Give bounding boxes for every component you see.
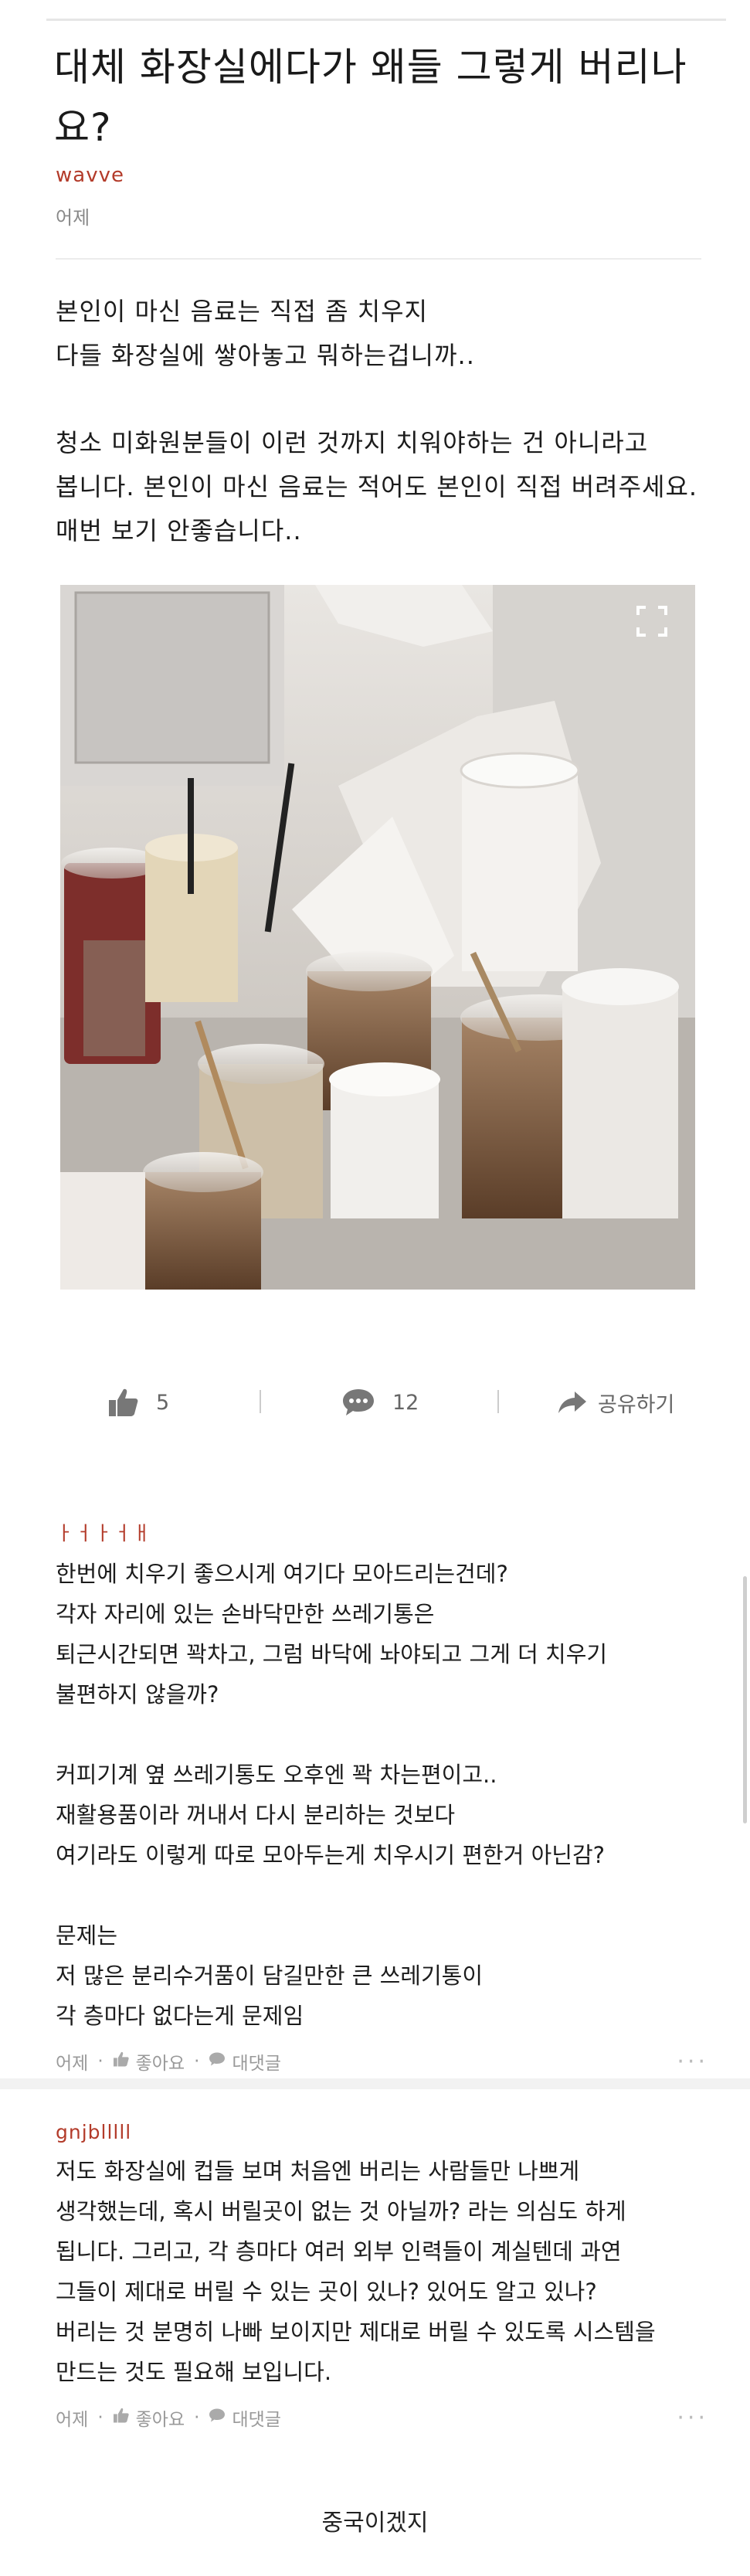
comment-count: 12 <box>392 1390 419 1415</box>
thumbs-up-icon <box>113 2051 130 2071</box>
post-date: 어제 <box>56 207 90 229</box>
comment-date: 어제 <box>56 2410 89 2430</box>
comment-line: 됩니다. 그리고, 각 층마다 여러 외부 인력들이 계실텐데 과연 <box>56 2238 622 2265</box>
comment-line: 한번에 치우기 좋으시게 여기다 모아드리는건데? <box>56 1561 508 1587</box>
comment-item: gnjblllll 저도 화장실에 컵들 보며 처음엔 버리는 사람들만 나쁘게… <box>56 2121 708 2432</box>
comment-reply-button[interactable]: 대댓글 <box>232 2048 280 2075</box>
comment-line: 재활용품이라 꺼내서 다시 분리하는 것보다 <box>56 1802 456 1828</box>
comment-text: 저도 화장실에 컵들 보며 처음엔 버리는 사람들만 나쁘게 생각했는데, 혹시… <box>56 2151 704 2392</box>
comment-line: 각자 자리에 있는 손바닥만한 쓰레기통은 <box>56 1601 435 1627</box>
post-photo[interactable] <box>60 585 695 1290</box>
comment-line: 버리는 것 분명히 나빠 보이지만 제대로 버릴 수 있도록 시스템을 <box>56 2319 656 2345</box>
comment-button[interactable]: 12 <box>341 1371 419 1433</box>
fullscreen-icon[interactable] <box>635 604 669 638</box>
comment-author[interactable]: ㅏㅓㅏㅓㅐ <box>56 1518 704 1546</box>
share-arrow-icon <box>558 1392 586 1413</box>
comment-line: 저도 화장실에 컵들 보며 처음엔 버리는 사람들만 나쁘게 <box>56 2158 580 2184</box>
comment-line: 만드는 것도 필요해 보입니다. <box>56 2359 332 2385</box>
post-body-line: 다들 화장실에 쌓아놓고 뭐하는겁니까.. <box>56 341 475 370</box>
comment-line: 그들이 제대로 버릴 수 있는 곳이 있나? 있어도 알고 있나? <box>56 2279 597 2305</box>
comment-like-button[interactable]: 좋아요 <box>136 2048 185 2075</box>
comment-text: 한번에 치우기 좋으시게 여기다 모아드리는건데? 각자 자리에 있는 손바닥만… <box>56 1554 704 2036</box>
comment-meta: 어제 · 좋아요 · 대댓글 ··· <box>56 2404 708 2432</box>
thumbs-up-icon <box>113 2408 130 2428</box>
post-body-line: 매번 보기 안좋습니다.. <box>56 516 302 545</box>
thumbs-up-icon <box>109 1388 138 1416</box>
post-actions: 5 12 공유하기 <box>0 1371 750 1433</box>
post-title: 대체 화장실에다가 왜들 그렇게 버리나요? <box>54 45 687 150</box>
comment-date: 어제 <box>56 2054 89 2074</box>
post-author[interactable]: wavve <box>56 164 124 187</box>
speech-bubble-icon <box>209 2408 226 2428</box>
share-label: 공유하기 <box>598 1392 675 1417</box>
comment-line: 저 많은 분리수거품이 담길만한 큰 쓰레기통이 <box>56 1963 484 1989</box>
comment-like-button[interactable]: 좋아요 <box>136 2404 185 2431</box>
share-button[interactable]: 공유하기 <box>558 1371 674 1433</box>
post-body-line: 봅니다. 본인이 마신 음료는 적어도 본인이 직접 버려주세요. <box>56 472 698 501</box>
comment-line: 생각했는데, 혹시 버릴곳이 없는 것 아닐까? 라는 의심도 하게 <box>56 2198 626 2224</box>
post-body-line: 청소 미화원분들이 이런 것까지 치워야하는 건 아니라고 <box>56 428 649 457</box>
more-dots-icon[interactable]: ··· <box>677 2048 708 2075</box>
speech-bubble-icon <box>209 2051 226 2071</box>
comment-line: 각 층마다 없다는게 문제임 <box>56 2003 304 2029</box>
comment-line: 여기라도 이렇게 따로 모아두는게 치우시기 편한거 아닌감? <box>56 1842 606 1868</box>
comment-line: 커피기계 옆 쓰레기통도 오후엔 꽉 차는편이고.. <box>56 1762 497 1788</box>
comment-author[interactable]: gnjblllll <box>56 2121 704 2143</box>
image-caption: 중국이겠지 <box>321 2510 429 2537</box>
comment-line: 불편하지 않을까? <box>56 1681 219 1708</box>
like-count: 5 <box>156 1390 170 1415</box>
comment-item: ㅏㅓㅏㅓㅐ 한번에 치우기 좋으시게 여기다 모아드리는건데? 각자 자리에 있… <box>56 1518 708 2075</box>
scrollbar[interactable] <box>743 1576 747 1823</box>
like-button[interactable]: 5 <box>108 1371 169 1433</box>
post-body-line: 본인이 마신 음료는 직접 좀 치우지 <box>56 297 429 326</box>
post-body: 본인이 마신 음료는 직접 좀 치우지 다들 화장실에 쌓아놓고 뭐하는겁니까.… <box>56 290 704 553</box>
header-divider <box>56 258 701 260</box>
speech-bubble-icon <box>343 1389 374 1415</box>
more-dots-icon[interactable]: ··· <box>677 2404 708 2432</box>
top-divider <box>46 19 726 21</box>
comment-reply-button[interactable]: 대댓글 <box>232 2404 280 2431</box>
comment-divider <box>0 2078 750 2089</box>
comment-line: 퇴근시간되면 꽉차고, 그럼 바닥에 놔야되고 그게 더 치우기 <box>56 1641 608 1667</box>
comment-meta: 어제 · 좋아요 · 대댓글 ··· <box>56 2048 708 2075</box>
comment-line: 문제는 <box>56 1922 118 1949</box>
